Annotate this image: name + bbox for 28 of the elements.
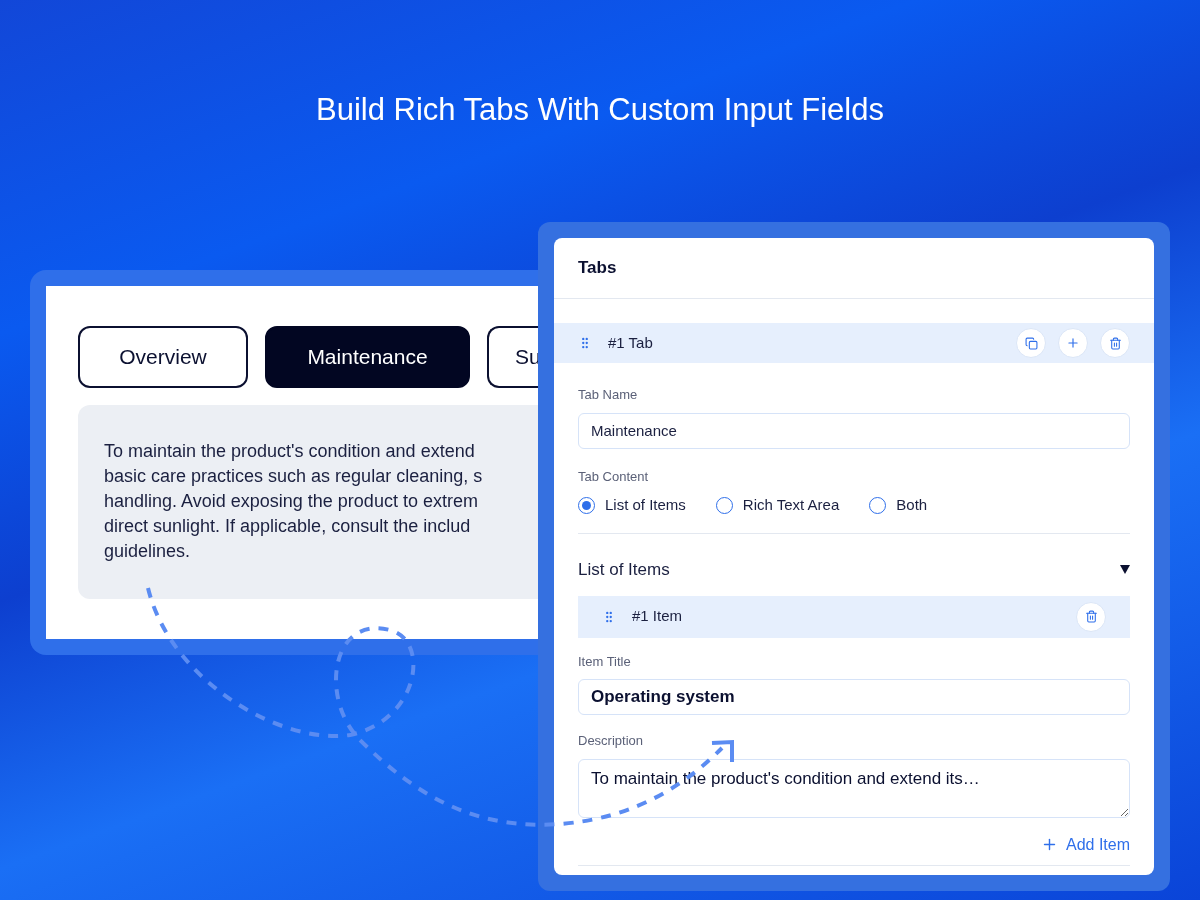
- field-label: Tab Name: [578, 386, 639, 404]
- tab-content-text: To maintain the product's condition and extend basic care practices such as regular cleaning, s handling. Avoid exposing the product to extrem direct sunlight. If applicable, consult the includ guidelines.: [104, 440, 484, 563]
- preview-tab[interactable]: Overview: [78, 326, 248, 388]
- radio-option[interactable]: Rich Text Area: [715, 494, 840, 517]
- tab-row-label: #1 Tab: [608, 332, 653, 353]
- add-item-link[interactable]: Add Item: [1040, 832, 1130, 857]
- item-title-field[interactable]: Operating system: [578, 679, 1130, 715]
- section-header[interactable]: List of Items: [578, 551, 1130, 588]
- field-label: Description: [578, 732, 645, 750]
- headline: Build Rich Tabs With Custom Input Fields: [315, 91, 885, 129]
- tab-row[interactable]: #1 Tab: [554, 323, 1154, 363]
- field-label: Item Title: [578, 652, 632, 671]
- plus-icon: [1066, 336, 1080, 350]
- radio-option[interactable]: Both: [869, 494, 928, 517]
- tab-name-field[interactable]: Maintenance: [578, 412, 1130, 449]
- radio-option[interactable]: List of Items: [578, 494, 686, 517]
- add-button[interactable]: [1058, 328, 1088, 358]
- copy-icon: [1024, 336, 1038, 350]
- item-row[interactable]: #1 Item: [578, 595, 1130, 638]
- delete-button[interactable]: [1100, 328, 1130, 358]
- duplicate-button[interactable]: [1016, 328, 1046, 358]
- preview-tab[interactable]: Maintenance: [265, 326, 470, 388]
- trash-icon: [1084, 610, 1098, 623]
- field-label: Tab Content: [578, 467, 650, 486]
- trash-icon: [1108, 336, 1122, 350]
- delete-button[interactable]: [1076, 601, 1106, 632]
- item-row-label: #1 Item: [632, 606, 683, 627]
- panel-title: Tabs: [578, 257, 617, 280]
